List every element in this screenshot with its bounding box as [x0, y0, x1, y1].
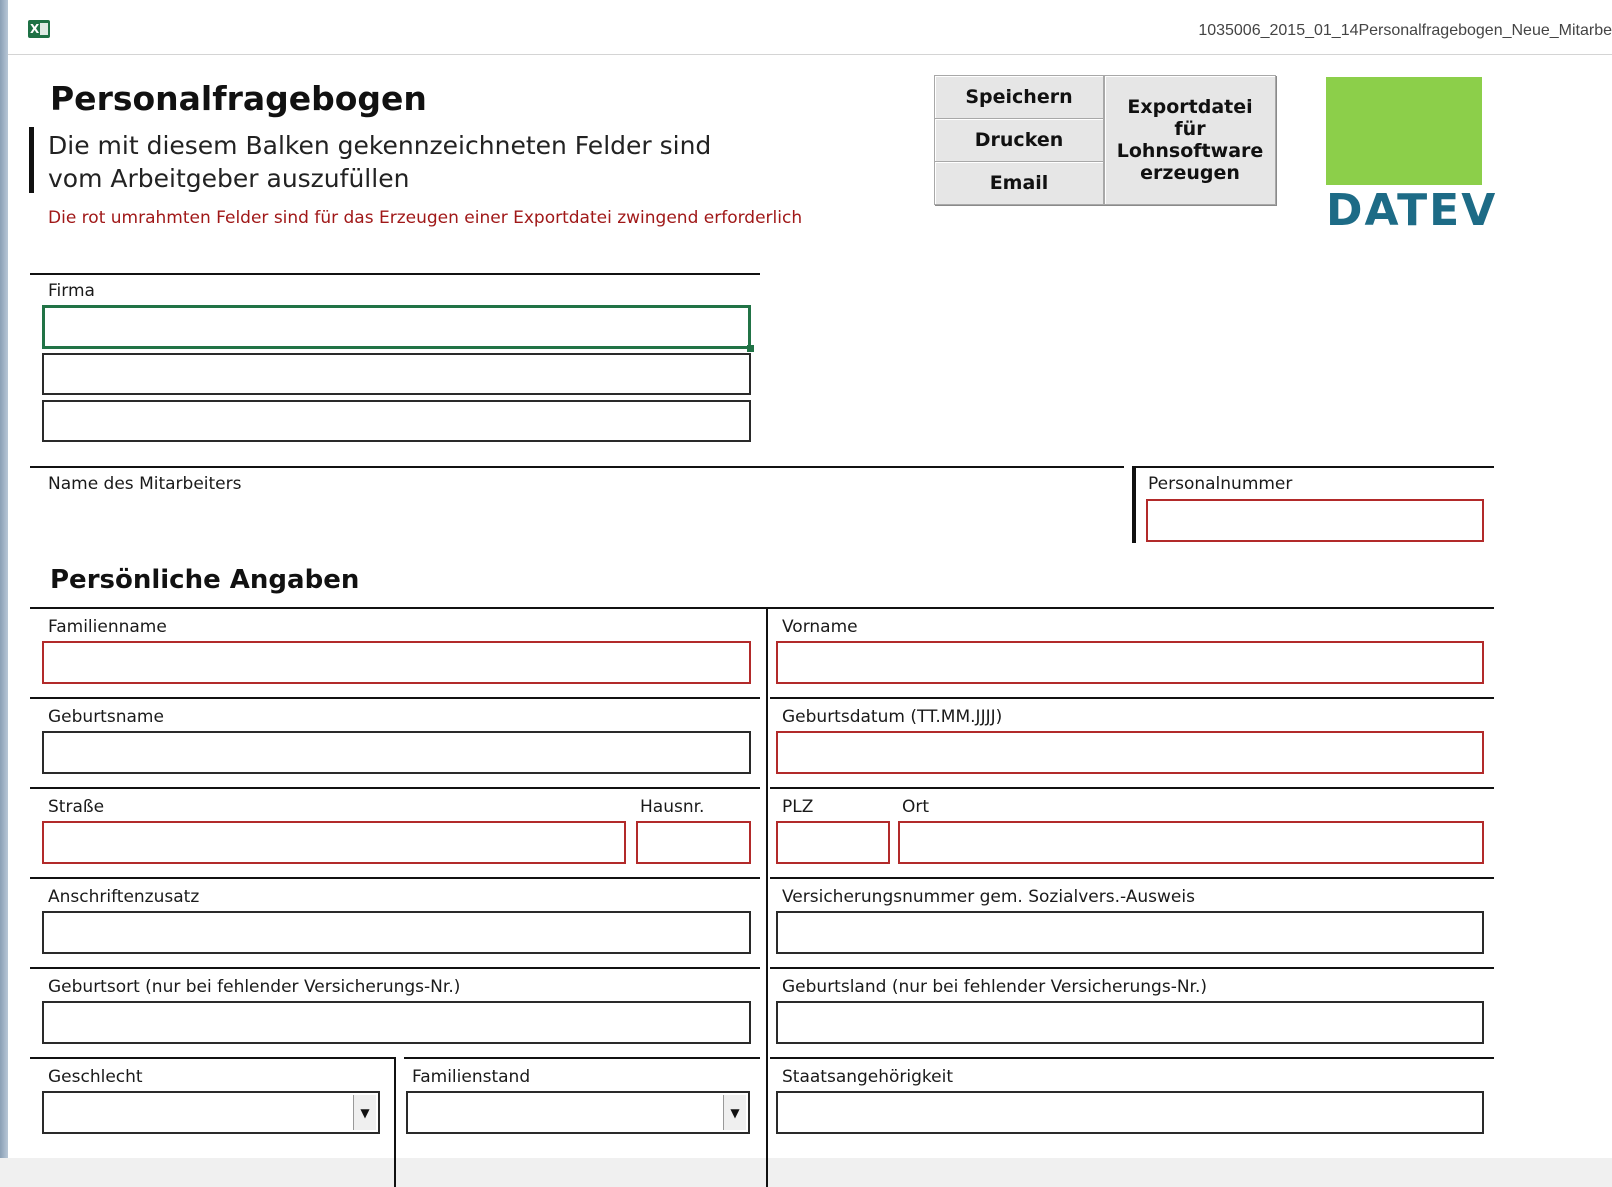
- divider: [770, 877, 1494, 879]
- divider: [30, 1057, 394, 1059]
- gender-select[interactable]: ▼: [42, 1091, 380, 1134]
- export-label-1: Exportdatei: [1127, 96, 1253, 118]
- excel-window: X 1035006_2015_01_14Personalfragebogen_N…: [0, 0, 1612, 1187]
- window-edge: [0, 0, 8, 1158]
- employer-marker-bar: [1132, 466, 1136, 543]
- marital-status-select[interactable]: ▼: [406, 1091, 750, 1134]
- first-name-label: Vorname: [782, 617, 858, 637]
- page-title: Personalfragebogen: [50, 79, 427, 118]
- datev-logo-square: [1326, 77, 1482, 185]
- divider: [30, 967, 760, 969]
- street-label: Straße: [48, 797, 105, 817]
- subtitle-line-2: vom Arbeitgeber auszufüllen: [48, 164, 410, 193]
- marital-status-label: Familienstand: [412, 1067, 531, 1087]
- birth-country-field[interactable]: [776, 1001, 1484, 1044]
- company-field-2[interactable]: [42, 353, 751, 395]
- employee-name-label: Name des Mitarbeiters: [48, 474, 242, 494]
- family-name-label: Familienname: [48, 617, 167, 637]
- cell-fill-handle[interactable]: [747, 345, 754, 352]
- house-number-field[interactable]: [636, 821, 751, 864]
- export-button[interactable]: Exportdatei für Lohnsoftware erzeugen: [1104, 75, 1276, 205]
- address-addition-label: Anschriftenzusatz: [48, 887, 200, 907]
- divider: [30, 787, 760, 789]
- export-label-2: für: [1174, 118, 1206, 140]
- city-label: Ort: [902, 797, 930, 817]
- zip-field[interactable]: [776, 821, 890, 864]
- birth-place-label: Geburtsort (nur bei fehlender Versicheru…: [48, 977, 461, 997]
- zip-label: PLZ: [782, 797, 814, 817]
- chevron-down-icon[interactable]: ▼: [353, 1095, 376, 1130]
- company-field-1[interactable]: [42, 305, 751, 349]
- divider: [1134, 466, 1494, 468]
- divider: [770, 787, 1494, 789]
- gender-label: Geschlecht: [48, 1067, 143, 1087]
- divider: [30, 877, 760, 879]
- birth-place-field[interactable]: [42, 1001, 751, 1044]
- export-label-3: Lohnsoftware: [1116, 140, 1264, 162]
- export-label-4: erzeugen: [1140, 162, 1240, 184]
- divider: [770, 1057, 1494, 1059]
- birth-date-label: Geburtsdatum (TT.MM.JJJJ): [782, 707, 1003, 727]
- birth-country-label: Geburtsland (nur bei fehlender Versicher…: [782, 977, 1208, 997]
- subtitle-line-1: Die mit diesem Balken gekennzeichneten F…: [48, 131, 712, 160]
- divider: [30, 697, 760, 699]
- print-button[interactable]: Drucken: [934, 118, 1104, 162]
- divider: [30, 273, 760, 275]
- email-button[interactable]: Email: [934, 161, 1104, 205]
- street-field[interactable]: [42, 821, 626, 864]
- company-label: Firma: [48, 281, 95, 301]
- first-name-field[interactable]: [776, 641, 1484, 684]
- birth-date-field[interactable]: [776, 731, 1484, 774]
- nationality-field[interactable]: [776, 1091, 1484, 1134]
- column-divider: [394, 1057, 396, 1187]
- insurance-number-field[interactable]: [776, 911, 1484, 954]
- divider: [30, 466, 1124, 468]
- title-bar: X 1035006_2015_01_14Personalfragebogen_N…: [8, 0, 1612, 55]
- required-fields-note: Die rot umrahmten Felder sind für das Er…: [48, 208, 803, 228]
- birth-name-label: Geburtsname: [48, 707, 164, 727]
- excel-icon[interactable]: X: [28, 20, 50, 38]
- city-field[interactable]: [898, 821, 1484, 864]
- house-number-label: Hausnr.: [640, 797, 705, 817]
- divider: [30, 607, 1494, 609]
- nationality-label: Staatsangehörigkeit: [782, 1067, 954, 1087]
- personnel-number-field[interactable]: [1146, 499, 1484, 542]
- datev-logo-text: DATEV: [1326, 185, 1498, 236]
- column-divider: [766, 607, 768, 1187]
- section-title-personal: Persönliche Angaben: [50, 565, 360, 595]
- personnel-number-label: Personalnummer: [1148, 474, 1293, 494]
- divider: [770, 967, 1494, 969]
- divider: [770, 697, 1494, 699]
- family-name-field[interactable]: [42, 641, 751, 684]
- save-button[interactable]: Speichern: [934, 75, 1104, 119]
- window-title: 1035006_2015_01_14Personalfragebogen_Neu…: [1198, 22, 1612, 39]
- company-field-3[interactable]: [42, 400, 751, 442]
- address-addition-field[interactable]: [42, 911, 751, 954]
- insurance-number-label: Versicherungsnummer gem. Sozialvers.-Aus…: [782, 887, 1195, 907]
- birth-name-field[interactable]: [42, 731, 751, 774]
- form-sheet: Personalfragebogen Die mit diesem Balken…: [8, 55, 1612, 1187]
- employer-marker-bar: [29, 127, 34, 193]
- divider: [404, 1057, 760, 1059]
- subtitle: Die mit diesem Balken gekennzeichneten F…: [48, 129, 808, 195]
- chevron-down-icon[interactable]: ▼: [723, 1095, 746, 1130]
